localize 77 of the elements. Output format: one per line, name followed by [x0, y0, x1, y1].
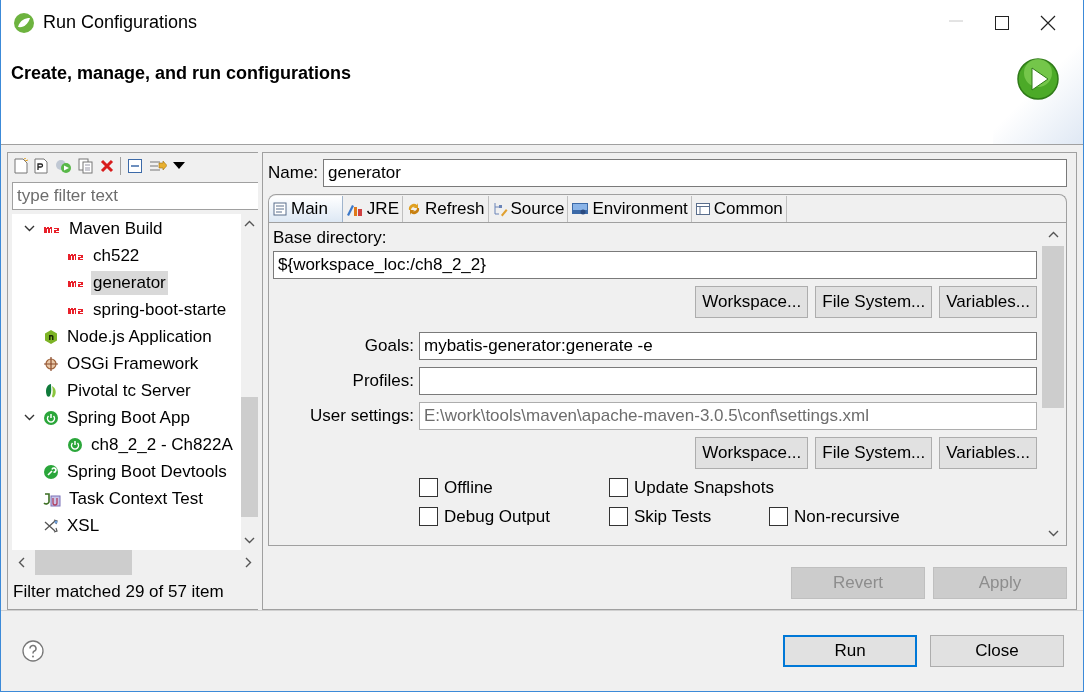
delete-icon[interactable] — [100, 159, 114, 173]
tab[interactable]: Main — [269, 196, 343, 222]
chevron-down-icon[interactable] — [23, 225, 35, 232]
tree-item[interactable]: generator — [91, 270, 168, 295]
window-title: Run Configurations — [43, 12, 199, 33]
tree-item[interactable]: XSL — [65, 513, 102, 538]
transform-icon — [43, 517, 59, 534]
filter-status: Filter matched 29 of 57 item — [12, 581, 225, 602]
checkbox-label: Debug Output — [444, 506, 550, 527]
play-icon — [1016, 57, 1060, 101]
tree-item[interactable]: spring-boot-starte — [91, 297, 229, 322]
wrench-icon — [43, 463, 59, 480]
close-icon[interactable] — [1040, 14, 1056, 31]
duplicate-icon[interactable] — [78, 158, 94, 174]
field-label: Goals: — [363, 336, 414, 356]
base-directory-label: Base directory: — [273, 228, 387, 248]
checkbox[interactable] — [419, 507, 438, 526]
checkbox[interactable] — [419, 478, 438, 497]
chevron-down-icon[interactable] — [23, 414, 35, 421]
browse-button[interactable]: File System... — [815, 437, 933, 469]
browse-button[interactable]: Variables... — [939, 286, 1037, 318]
collapse-all-icon[interactable] — [127, 158, 143, 174]
tree-item[interactable]: ch8_2_2 - Ch822A — [89, 432, 235, 457]
scroll-up-icon[interactable] — [244, 220, 255, 227]
new-file-icon[interactable] — [14, 158, 28, 174]
text-field[interactable]: mybatis-generator:generate -e — [419, 332, 1037, 360]
text-field[interactable] — [419, 367, 1037, 395]
checkbox-label: Update Snapshots — [634, 477, 774, 498]
scroll-down-icon[interactable] — [1047, 530, 1059, 537]
tree-item[interactable]: ch522 — [91, 243, 142, 268]
dialog-heading: Create, manage, and run configurations — [11, 63, 353, 85]
table-icon — [694, 201, 711, 217]
checkbox-label: Skip Tests — [634, 506, 712, 527]
document-icon — [272, 201, 288, 217]
dropdown-icon[interactable] — [173, 162, 185, 170]
text-field[interactable]: E:\work\tools\maven\apache-maven-3.0.5\conf\settings.xml — [419, 402, 1037, 430]
field-label: User settings: — [309, 406, 414, 426]
name-label: Name: — [268, 163, 319, 183]
base-directory-field[interactable]: ${workspace_loc:/ch8_2_2} — [273, 251, 1037, 279]
browse-button[interactable]: Variables... — [939, 437, 1037, 469]
browse-button[interactable]: Workspace... — [695, 286, 809, 318]
leaf-logo-icon — [13, 11, 35, 34]
power-icon — [67, 436, 83, 453]
tree-item[interactable]: Spring Boot Devtools — [65, 459, 229, 484]
hexagon-icon — [43, 328, 59, 345]
checkbox-label: Offline — [444, 477, 493, 498]
scroll-up-icon[interactable] — [1047, 231, 1059, 238]
help-icon[interactable] — [22, 640, 44, 662]
source-tree-icon — [491, 201, 508, 217]
dialog-button[interactable]: Close — [930, 635, 1064, 667]
tree-item[interactable]: Maven Build — [67, 216, 165, 241]
checkbox[interactable] — [609, 478, 628, 497]
checkbox[interactable] — [769, 507, 788, 526]
tree-item[interactable]: Node.js Application — [65, 324, 214, 349]
power-icon — [43, 409, 59, 426]
checkbox-label: Non-recursive — [794, 506, 900, 527]
tree-item[interactable]: Spring Boot App — [65, 405, 192, 430]
scroll-left-icon[interactable] — [18, 557, 25, 568]
checkbox[interactable] — [609, 507, 628, 526]
dialog-button[interactable]: Run — [783, 635, 917, 667]
maximize-icon[interactable] — [994, 14, 1010, 31]
tree-item[interactable]: OSGi Framework — [65, 351, 201, 376]
tree-item[interactable]: Pivotal tc Server — [65, 378, 193, 403]
field-label: Profiles: — [351, 371, 414, 391]
refresh-icon — [406, 201, 422, 217]
browse-button[interactable]: File System... — [815, 286, 933, 318]
tree-item[interactable]: Task Context Test — [67, 486, 205, 511]
name-field[interactable]: generator — [323, 159, 1067, 187]
scroll-right-icon[interactable] — [245, 557, 252, 568]
junit-icon — [43, 490, 61, 507]
browse-button[interactable]: Workspace... — [695, 437, 809, 469]
filter-field[interactable]: type filter text — [12, 182, 258, 210]
scroll-down-icon[interactable] — [244, 537, 255, 544]
leaf-icon — [43, 382, 59, 399]
crosshair-icon — [43, 355, 59, 372]
monitor-icon — [571, 201, 590, 217]
new-prototype-icon[interactable] — [34, 158, 48, 174]
